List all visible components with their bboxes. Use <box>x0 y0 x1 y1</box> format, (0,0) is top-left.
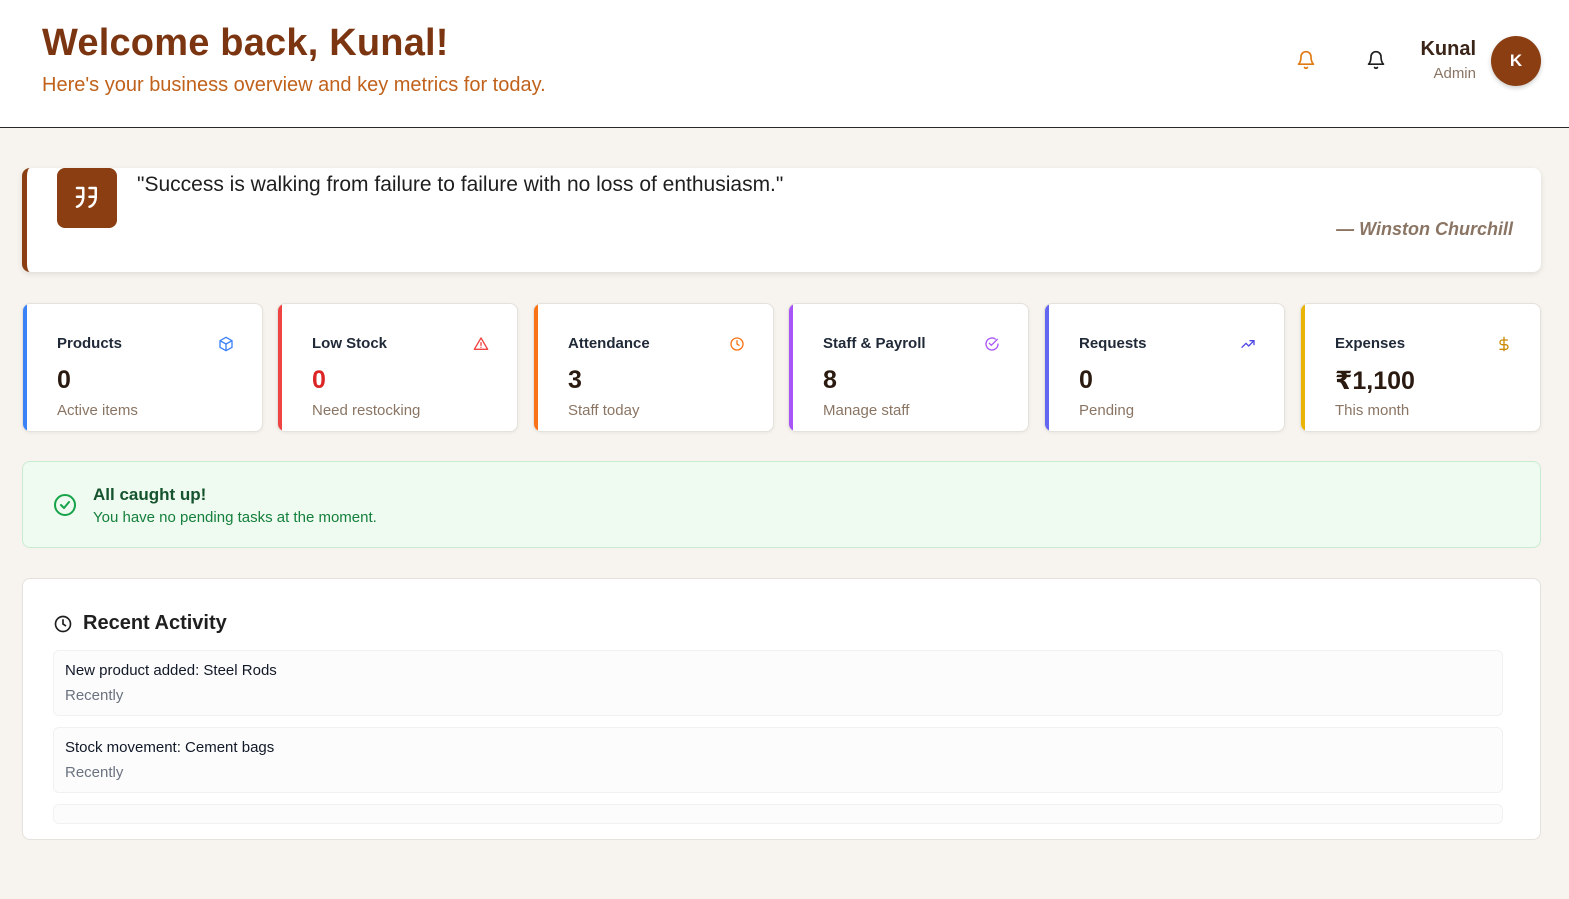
accent-bar <box>278 304 282 431</box>
accent-bar <box>1045 304 1049 431</box>
user-info[interactable]: Kunal Admin <box>1420 38 1476 82</box>
quote-card: "Success is walking from failure to fail… <box>22 168 1541 272</box>
page-title: Welcome back, Kunal! <box>42 22 449 64</box>
box-icon <box>218 336 234 352</box>
clock-icon <box>54 615 72 632</box>
stat-value: 3 <box>568 366 582 394</box>
dollar-icon <box>1496 336 1512 352</box>
stat-card-products[interactable]: Products 0 Active items <box>22 303 263 432</box>
stat-label: Requests <box>1079 335 1147 352</box>
activity-text: Stock movement: Cement bags <box>65 739 275 756</box>
accent-bar <box>534 304 538 431</box>
stat-label: Attendance <box>568 335 650 352</box>
recent-activity-panel: Recent Activity New product added: Steel… <box>22 578 1541 840</box>
activity-time: Recently <box>65 687 124 704</box>
banner-title: All caught up! <box>93 485 207 504</box>
stat-label: Expenses <box>1335 335 1406 352</box>
stat-card-staff-payroll[interactable]: Staff & Payroll 8 Manage staff <box>788 303 1029 432</box>
bell-icon[interactable] <box>1294 48 1318 72</box>
check-circle-icon <box>53 493 77 517</box>
stat-subtext: Active items <box>57 402 138 419</box>
stat-subtext: Pending <box>1079 402 1135 419</box>
activity-header: Recent Activity <box>53 612 227 635</box>
clock-icon <box>729 336 745 352</box>
activity-item <box>53 804 1503 824</box>
banner-subtitle: You have no pending tasks at the moment. <box>93 509 377 526</box>
stat-value: 0 <box>1079 366 1093 394</box>
stat-value: 0 <box>312 366 326 394</box>
stat-value: 8 <box>823 366 837 394</box>
stat-label: Staff & Payroll <box>823 335 926 352</box>
warning-icon <box>473 336 489 352</box>
stat-subtext: This month <box>1335 402 1410 419</box>
bell-icon[interactable] <box>1364 48 1388 72</box>
stat-value: ₹1,100 <box>1335 367 1415 395</box>
page-header: Welcome back, Kunal! Here's your busines… <box>0 0 1569 128</box>
activity-time: Recently <box>65 764 124 781</box>
quote-author: — Winston Churchill <box>1336 219 1513 239</box>
accent-bar <box>1301 304 1305 431</box>
check-circle-icon <box>984 336 1000 352</box>
stat-card-expenses[interactable]: Expenses ₹1,100 This month <box>1300 303 1541 432</box>
user-role: Admin <box>1433 65 1476 82</box>
stat-label: Products <box>57 335 123 352</box>
accent-bar <box>23 304 27 431</box>
page-subtitle: Here's your business overview and key me… <box>42 74 546 96</box>
stat-subtext: Manage staff <box>823 402 910 419</box>
activity-text: New product added: Steel Rods <box>65 662 277 679</box>
quote-icon <box>57 168 117 228</box>
trending-up-icon <box>1240 336 1256 352</box>
stat-card-attendance[interactable]: Attendance 3 Staff today <box>533 303 774 432</box>
stat-value: 0 <box>57 366 71 394</box>
quote-text: "Success is walking from failure to fail… <box>137 173 784 196</box>
user-name: Kunal <box>1420 38 1476 60</box>
stat-subtext: Staff today <box>568 402 640 419</box>
all-caught-up-banner: All caught up! You have no pending tasks… <box>22 461 1541 548</box>
activity-item[interactable]: Stock movement: Cement bags Recently <box>53 727 1503 793</box>
avatar[interactable]: K <box>1491 36 1541 86</box>
stat-card-low-stock[interactable]: Low Stock 0 Need restocking <box>277 303 518 432</box>
accent-bar <box>789 304 793 431</box>
activity-title: Recent Activity <box>83 612 227 634</box>
stat-card-requests[interactable]: Requests 0 Pending <box>1044 303 1285 432</box>
activity-item[interactable]: New product added: Steel Rods Recently <box>53 650 1503 716</box>
stat-subtext: Need restocking <box>312 402 421 419</box>
stat-label: Low Stock <box>312 335 388 352</box>
